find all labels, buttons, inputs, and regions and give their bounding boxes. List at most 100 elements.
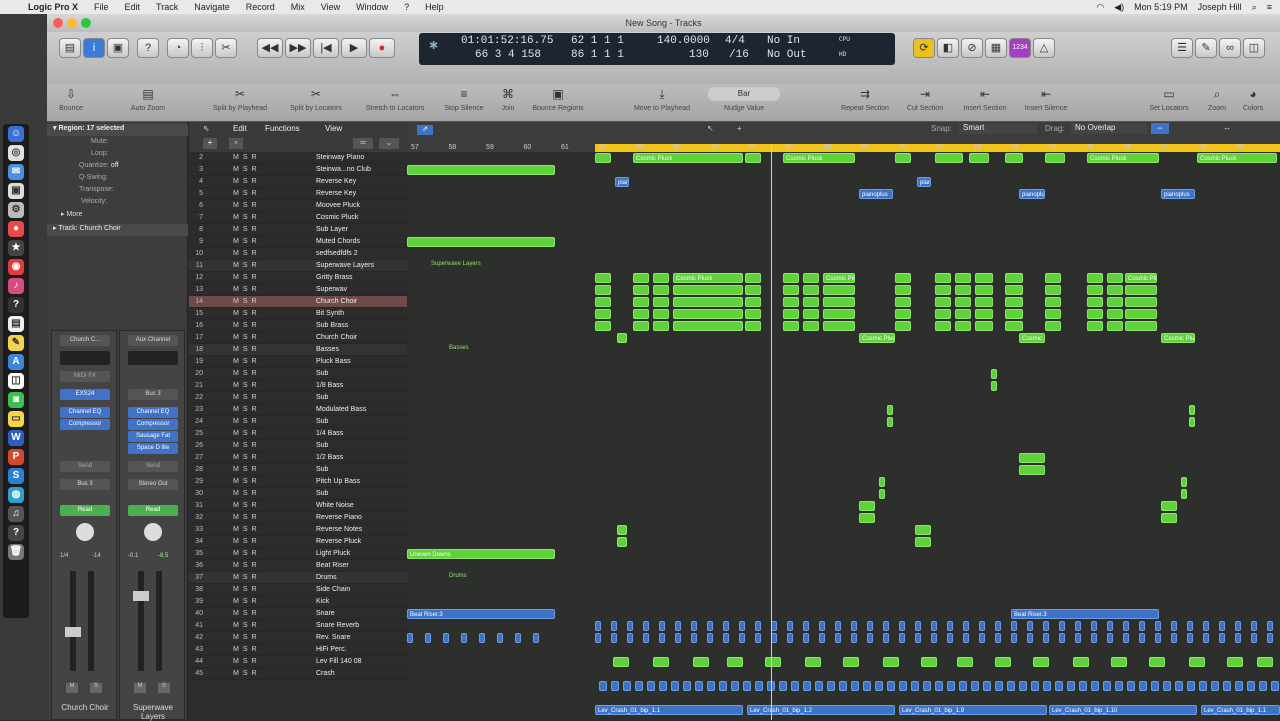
trash-icon[interactable]: 🗑	[8, 544, 24, 560]
record-enable-button[interactable]: R	[252, 538, 257, 545]
solo-button[interactable]: S	[243, 622, 248, 629]
ruler[interactable]: ⇗ ↖ + Snap: Smart Drag: No Overlap ⇔ ↔ 5…	[407, 122, 1280, 152]
mute-button[interactable]: M	[233, 274, 239, 281]
region[interactable]	[595, 273, 611, 283]
region[interactable]	[611, 621, 617, 631]
region[interactable]	[1005, 273, 1023, 283]
region[interactable]	[745, 285, 761, 295]
region[interactable]	[1189, 417, 1195, 427]
solo-button[interactable]: S	[243, 178, 248, 185]
menu-edit[interactable]: Edit	[117, 2, 149, 12]
region[interactable]	[995, 621, 1001, 631]
region[interactable]	[995, 681, 1003, 691]
region[interactable]	[955, 321, 971, 331]
track-filter-icon[interactable]: ≂	[353, 138, 373, 149]
track-name[interactable]: Church Choir	[316, 334, 357, 341]
region[interactable]: pianoplus	[859, 189, 893, 199]
track-name[interactable]: Bit Synth	[316, 310, 344, 317]
solo-button[interactable]: S	[243, 550, 248, 557]
track-name[interactable]: Moovee Pluck	[316, 202, 360, 209]
solo-button[interactable]: S	[243, 562, 248, 569]
track-row[interactable]: 34 M S R Reverse Pluck	[189, 536, 407, 548]
volume-icon[interactable]: ◀)	[1114, 2, 1124, 13]
region[interactable]	[675, 633, 681, 643]
region[interactable]	[647, 681, 655, 691]
region[interactable]	[407, 237, 555, 247]
region[interactable]	[851, 621, 857, 631]
tool-pointer-icon[interactable]: ↖	[707, 124, 714, 133]
mute-button[interactable]: M	[233, 442, 239, 449]
mute-button[interactable]: M	[233, 562, 239, 569]
track-name[interactable]: Drums	[316, 574, 337, 581]
strip2-automation-mode[interactable]: Read	[128, 505, 178, 516]
strip2-solo[interactable]: S	[158, 683, 170, 693]
region[interactable]	[783, 273, 799, 283]
region[interactable]	[819, 621, 825, 631]
field-transpose[interactable]: Transpose:	[47, 186, 188, 193]
region[interactable]	[1011, 633, 1017, 643]
close-button[interactable]	[53, 18, 63, 28]
track-row[interactable]: 17 M S R Church Choir	[189, 332, 407, 344]
region[interactable]	[895, 273, 911, 283]
region[interactable]	[779, 681, 787, 691]
region[interactable]: Cosmic Pluck	[859, 333, 895, 343]
region[interactable]	[1181, 477, 1187, 487]
solo-button[interactable]: S	[243, 250, 248, 257]
region[interactable]	[1107, 273, 1123, 283]
menu-view[interactable]: View	[313, 2, 348, 12]
playhead[interactable]	[771, 144, 772, 720]
region[interactable]	[673, 285, 743, 295]
collapse-icon[interactable]: ⌄	[379, 138, 399, 149]
record-enable-button[interactable]: R	[252, 562, 257, 569]
tb-strip-silence[interactable]: ≡ Stop Silence	[439, 87, 489, 112]
solo-button[interactable]: S	[243, 298, 248, 305]
region[interactable]	[1107, 321, 1123, 331]
region[interactable]	[755, 633, 761, 643]
track-name[interactable]: Steinway Piano	[316, 154, 364, 161]
solo-button[interactable]: S	[243, 490, 248, 497]
region[interactable]	[1073, 657, 1089, 667]
region[interactable]	[595, 297, 611, 307]
track-name[interactable]: 1/8 Bass	[316, 382, 343, 389]
notes-icon[interactable]: ✎	[8, 335, 24, 351]
region[interactable]	[783, 297, 799, 307]
track-row[interactable]: 19 M S R Pluck Bass	[189, 356, 407, 368]
region[interactable]	[595, 633, 601, 643]
record-enable-button[interactable]: R	[252, 154, 257, 161]
spotlight-icon[interactable]: ⌕	[1252, 2, 1257, 13]
mute-button[interactable]: M	[233, 214, 239, 221]
region[interactable]	[633, 273, 649, 283]
track-row[interactable]: 31 M S R White Noise	[189, 500, 407, 512]
tb-bounce[interactable]: ⇩ Bounce	[51, 87, 91, 112]
mute-button[interactable]: M	[233, 502, 239, 509]
region[interactable]	[425, 633, 431, 643]
mute-button[interactable]: M	[233, 370, 239, 377]
region[interactable]	[815, 681, 823, 691]
region[interactable]	[1199, 681, 1207, 691]
track-name[interactable]: Sub	[316, 490, 328, 497]
region[interactable]	[745, 153, 761, 163]
region[interactable]	[1161, 513, 1177, 523]
region[interactable]	[1045, 153, 1065, 163]
mute-button[interactable]: M	[233, 310, 239, 317]
region[interactable]	[653, 285, 669, 295]
track-name[interactable]: Pitch Up Bass	[316, 478, 360, 485]
region[interactable]	[1171, 633, 1177, 643]
region[interactable]	[1181, 489, 1187, 499]
track-row[interactable]: 40 M S R Snare	[189, 608, 407, 620]
track-name[interactable]: Muted Chords	[316, 238, 360, 245]
region[interactable]	[947, 681, 955, 691]
track-name[interactable]: Superwave Layers	[316, 262, 374, 269]
region[interactable]	[1227, 657, 1243, 667]
region[interactable]	[843, 657, 859, 667]
region[interactable]	[931, 633, 937, 643]
tb-join[interactable]: ⌘ Join	[495, 87, 521, 112]
menu-unknown[interactable]: ?	[396, 2, 417, 12]
region[interactable]	[955, 285, 971, 295]
solo-button[interactable]: S	[243, 514, 248, 521]
mute-button[interactable]: M	[233, 286, 239, 293]
region[interactable]	[955, 273, 971, 283]
region[interactable]	[823, 321, 855, 331]
solo-button[interactable]: S	[243, 262, 248, 269]
region[interactable]	[899, 633, 905, 643]
